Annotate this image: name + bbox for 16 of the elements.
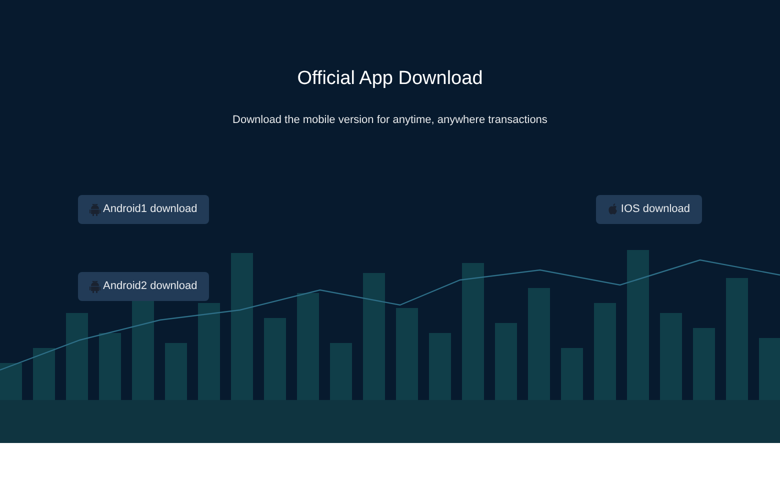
android-icon [89, 202, 101, 216]
page-title: Official App Download [297, 67, 483, 91]
page-subtitle: Download the mobile version for anytime, anywhere transactions [232, 113, 548, 128]
download-button[interactable]: IOS download [596, 194, 702, 224]
download-button[interactable]: Android2 download [78, 272, 210, 300]
download-button[interactable]: Android1 download [78, 194, 210, 224]
skyline-bar [165, 343, 187, 403]
skyline-bar [33, 348, 55, 403]
android-icon [89, 280, 101, 292]
skyline-bar [429, 333, 451, 403]
skyline-bar [0, 363, 22, 403]
skyline-bar [99, 333, 121, 403]
skyline-bar [759, 338, 780, 403]
skyline-bar [561, 348, 583, 403]
apple-icon [606, 202, 619, 216]
skyline-bar [330, 343, 352, 403]
